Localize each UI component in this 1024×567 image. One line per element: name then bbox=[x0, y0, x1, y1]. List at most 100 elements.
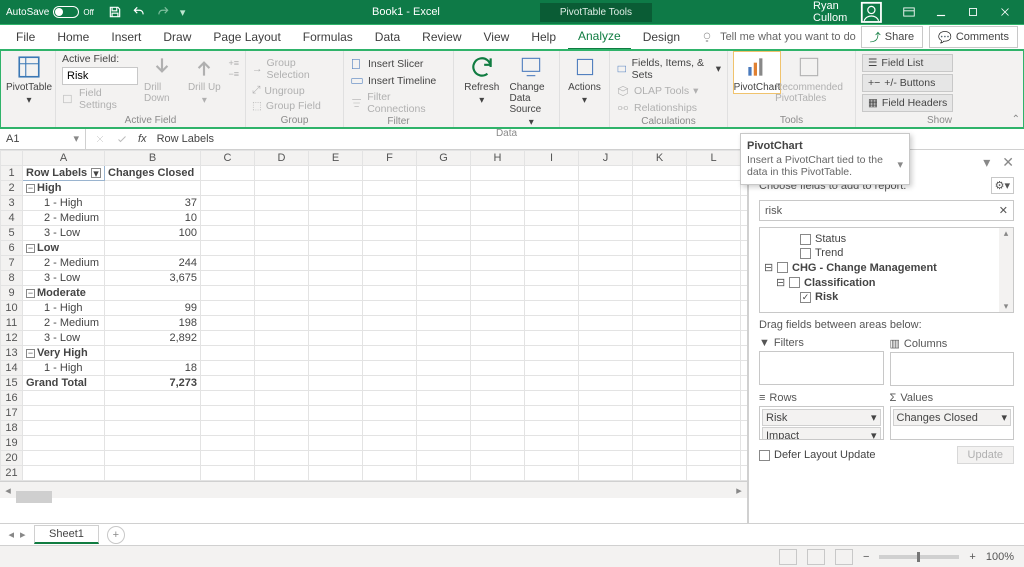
cell-L4[interactable] bbox=[687, 211, 741, 226]
row-header-14[interactable]: 14 bbox=[1, 361, 23, 376]
cell-I5[interactable] bbox=[525, 226, 579, 241]
tab-formulas[interactable]: Formulas bbox=[293, 25, 363, 49]
cell-M19[interactable] bbox=[741, 436, 749, 451]
col-header-B[interactable]: B bbox=[105, 151, 201, 166]
minimize-icon[interactable] bbox=[934, 5, 948, 19]
cell-D13[interactable] bbox=[255, 346, 309, 361]
cell-I10[interactable] bbox=[525, 301, 579, 316]
cell-G7[interactable] bbox=[417, 256, 471, 271]
cell-D14[interactable] bbox=[255, 361, 309, 376]
worksheet-grid[interactable]: ABCDEFGHIJKLM1Row Labels▾Changes Closed2… bbox=[0, 150, 748, 523]
cell-K11[interactable] bbox=[633, 316, 687, 331]
cell-B18[interactable] bbox=[105, 421, 201, 436]
collapse-group-icon[interactable]: − bbox=[26, 244, 35, 253]
cell-M17[interactable] bbox=[741, 406, 749, 421]
chevron-down-icon[interactable]: ▾ bbox=[897, 158, 903, 171]
col-header-C[interactable]: C bbox=[201, 151, 255, 166]
cell-A3[interactable]: 1 - High bbox=[23, 196, 105, 211]
cell-B7[interactable]: 244 bbox=[105, 256, 201, 271]
cell-J19[interactable] bbox=[579, 436, 633, 451]
cell-F12[interactable] bbox=[363, 331, 417, 346]
cell-A20[interactable] bbox=[23, 451, 105, 466]
cell-F4[interactable] bbox=[363, 211, 417, 226]
page-layout-view-icon[interactable] bbox=[807, 549, 825, 565]
tab-view[interactable]: View bbox=[474, 25, 520, 49]
cell-L3[interactable] bbox=[687, 196, 741, 211]
field-headers-button[interactable]: ▦Field Headers bbox=[862, 94, 953, 112]
cell-F16[interactable] bbox=[363, 391, 417, 406]
row-header-16[interactable]: 16 bbox=[1, 391, 23, 406]
cell-J15[interactable] bbox=[579, 376, 633, 391]
col-header-L[interactable]: L bbox=[687, 151, 741, 166]
cell-E14[interactable] bbox=[309, 361, 363, 376]
row-header-15[interactable]: 15 bbox=[1, 376, 23, 391]
cell-C16[interactable] bbox=[201, 391, 255, 406]
cell-J18[interactable] bbox=[579, 421, 633, 436]
tell-me-search[interactable]: Tell me what you want to do bbox=[692, 30, 859, 44]
cell-H20[interactable] bbox=[471, 451, 525, 466]
close-icon[interactable] bbox=[998, 5, 1012, 19]
cell-K3[interactable] bbox=[633, 196, 687, 211]
cell-L19[interactable] bbox=[687, 436, 741, 451]
cell-G15[interactable] bbox=[417, 376, 471, 391]
cell-H15[interactable] bbox=[471, 376, 525, 391]
cell-D16[interactable] bbox=[255, 391, 309, 406]
cell-K7[interactable] bbox=[633, 256, 687, 271]
name-box[interactable]: A1▾ bbox=[0, 128, 86, 149]
actions-button[interactable]: Actions▾ bbox=[566, 52, 603, 106]
cell-J7[interactable] bbox=[579, 256, 633, 271]
cell-F14[interactable] bbox=[363, 361, 417, 376]
pane-dropdown-icon[interactable]: ▾ bbox=[983, 154, 990, 170]
cell-G12[interactable] bbox=[417, 331, 471, 346]
cell-G18[interactable] bbox=[417, 421, 471, 436]
col-header-H[interactable]: H bbox=[471, 151, 525, 166]
cell-F21[interactable] bbox=[363, 466, 417, 481]
cell-I16[interactable] bbox=[525, 391, 579, 406]
cell-H7[interactable] bbox=[471, 256, 525, 271]
cell-E2[interactable] bbox=[309, 181, 363, 196]
cell-A11[interactable]: 2 - Medium bbox=[23, 316, 105, 331]
cell-F3[interactable] bbox=[363, 196, 417, 211]
col-header-G[interactable]: G bbox=[417, 151, 471, 166]
cell-J17[interactable] bbox=[579, 406, 633, 421]
cell-J21[interactable] bbox=[579, 466, 633, 481]
cell-B12[interactable]: 2,892 bbox=[105, 331, 201, 346]
cell-H10[interactable] bbox=[471, 301, 525, 316]
row-header-17[interactable]: 17 bbox=[1, 406, 23, 421]
cell-A17[interactable] bbox=[23, 406, 105, 421]
fx-icon[interactable]: fx bbox=[138, 133, 147, 145]
clear-search-icon[interactable]: ✕ bbox=[999, 204, 1008, 217]
row-header-18[interactable]: 18 bbox=[1, 421, 23, 436]
cell-M20[interactable] bbox=[741, 451, 749, 466]
cell-L8[interactable] bbox=[687, 271, 741, 286]
cell-H13[interactable] bbox=[471, 346, 525, 361]
page-break-view-icon[interactable] bbox=[835, 549, 853, 565]
cell-A5[interactable]: 3 - Low bbox=[23, 226, 105, 241]
cell-A10[interactable]: 1 - High bbox=[23, 301, 105, 316]
cell-M7[interactable] bbox=[741, 256, 749, 271]
sheet-tab-sheet1[interactable]: Sheet1 bbox=[34, 525, 99, 544]
active-field-input[interactable] bbox=[62, 67, 138, 85]
fields-items-sets-button[interactable]: Fields, Items, & Sets ▾ bbox=[616, 56, 721, 82]
cell-B16[interactable] bbox=[105, 391, 201, 406]
cell-H6[interactable] bbox=[471, 241, 525, 256]
row-header-19[interactable]: 19 bbox=[1, 436, 23, 451]
cell-B14[interactable]: 18 bbox=[105, 361, 201, 376]
cell-I21[interactable] bbox=[525, 466, 579, 481]
cell-C4[interactable] bbox=[201, 211, 255, 226]
row-header-10[interactable]: 10 bbox=[1, 301, 23, 316]
cell-E17[interactable] bbox=[309, 406, 363, 421]
cell-M6[interactable] bbox=[741, 241, 749, 256]
scroll-right-icon[interactable]: ▸ bbox=[731, 484, 747, 497]
cell-I8[interactable] bbox=[525, 271, 579, 286]
cell-B9[interactable] bbox=[105, 286, 201, 301]
normal-view-icon[interactable] bbox=[779, 549, 797, 565]
cell-I19[interactable] bbox=[525, 436, 579, 451]
cell-D8[interactable] bbox=[255, 271, 309, 286]
cell-C17[interactable] bbox=[201, 406, 255, 421]
cell-J2[interactable] bbox=[579, 181, 633, 196]
cell-L6[interactable] bbox=[687, 241, 741, 256]
tab-analyze[interactable]: Analyze bbox=[568, 24, 631, 50]
cell-C5[interactable] bbox=[201, 226, 255, 241]
cell-B6[interactable] bbox=[105, 241, 201, 256]
